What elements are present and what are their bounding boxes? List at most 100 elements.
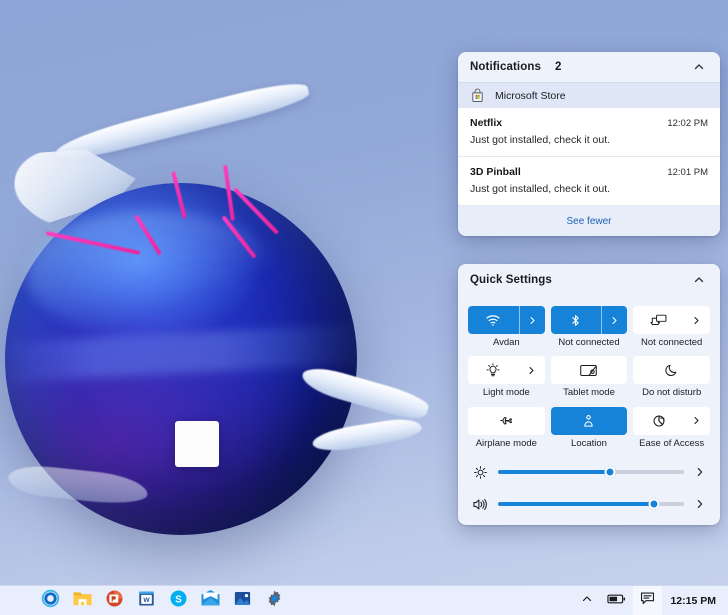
notification-group-name: Microsoft Store xyxy=(495,89,566,102)
tray-overflow-button[interactable] xyxy=(574,586,600,615)
notification-group-header[interactable]: Microsoft Store xyxy=(458,82,720,108)
quick-settings-title: Quick Settings xyxy=(470,274,552,286)
chat-button[interactable] xyxy=(633,585,663,615)
quick-setting-label: Not connected xyxy=(558,337,620,348)
volume-icon xyxy=(470,495,490,513)
tablet-icon xyxy=(551,356,628,384)
cast-icon xyxy=(633,306,684,334)
lightbulb-icon xyxy=(468,356,519,384)
chat-icon xyxy=(640,591,655,610)
powerpoint-icon xyxy=(105,589,124,613)
do-not-disturb-toggle-button[interactable] xyxy=(633,356,710,385)
notification-item[interactable]: Netflix 12:02 PM Just got installed, che… xyxy=(458,108,720,157)
file-explorer-icon xyxy=(72,589,93,613)
quick-setting-label: Tablet mode xyxy=(563,387,615,399)
volume-slider-fill xyxy=(498,502,655,507)
bluetooth-icon xyxy=(551,306,602,334)
chevron-up-icon[interactable] xyxy=(690,58,708,76)
chevron-right-icon[interactable] xyxy=(684,407,710,435)
quick-settings-header: Quick Settings xyxy=(458,264,720,296)
brightness-slider-thumb[interactable] xyxy=(604,466,616,478)
quick-setting-label: Location xyxy=(571,437,607,449)
quick-setting-wifi: Avdan xyxy=(468,306,545,348)
airplane-icon xyxy=(468,407,545,435)
notifications-panel: Notifications 2 Microsoft Store Netflix … xyxy=(458,52,720,236)
ease-of-access-button[interactable] xyxy=(633,406,710,435)
quick-setting-label: Avdan xyxy=(492,337,520,348)
quick-setting-airplane-mode: Airplane mode xyxy=(468,406,545,449)
accessibility-icon xyxy=(633,407,684,435)
moon-icon xyxy=(633,356,710,384)
wallpaper-ribbon xyxy=(52,76,312,166)
photos-icon xyxy=(233,589,252,613)
airplane-mode-toggle-button[interactable] xyxy=(468,406,545,435)
volume-slider-row xyxy=(468,495,710,513)
sphere-streak xyxy=(223,164,235,222)
quick-setting-location: Location xyxy=(550,406,628,449)
quick-setting-label: Ease of Access xyxy=(639,437,705,449)
notification-item[interactable]: 3D Pinball 12:01 PM Just got installed, … xyxy=(458,157,720,206)
brightness-slider[interactable] xyxy=(498,466,684,478)
sphere-white-square xyxy=(175,421,219,467)
quick-setting-label: Do not disturb xyxy=(642,387,702,399)
notifications-title: Notifications xyxy=(470,61,541,73)
taskbar-item-photos[interactable] xyxy=(226,586,258,615)
quick-settings-body: Avdan Not connected Not connected Light … xyxy=(458,296,720,525)
word-icon: W xyxy=(137,589,156,613)
taskbar-item-mail[interactable] xyxy=(194,586,226,615)
sphere-highlight xyxy=(27,211,277,331)
quick-setting-label: Not connected xyxy=(641,337,703,348)
chevron-right-icon[interactable] xyxy=(519,356,545,384)
notification-row-header: Netflix 12:02 PM xyxy=(470,117,708,129)
notification-app-name: 3D Pinball xyxy=(470,166,521,178)
quick-setting-tablet-mode: Tablet mode xyxy=(550,356,628,399)
notification-app-name: Netflix xyxy=(470,117,503,129)
taskbar-app-list: W S xyxy=(34,586,290,615)
taskbar-item-cortana[interactable] xyxy=(34,586,66,615)
chevron-up-icon[interactable] xyxy=(690,271,708,289)
notification-row-header: 3D Pinball 12:01 PM xyxy=(470,166,708,178)
notification-body: Just got installed, check it out. xyxy=(470,183,611,195)
taskbar-item-skype[interactable]: S xyxy=(162,586,194,615)
tablet-mode-toggle-button[interactable] xyxy=(550,356,628,385)
notifications-count-badge: 2 xyxy=(554,61,562,73)
brightness-slider-fill xyxy=(498,470,610,475)
bluetooth-toggle-button[interactable] xyxy=(550,306,628,334)
volume-slider-thumb[interactable] xyxy=(648,498,660,510)
quick-setting-do-not-disturb: Do not disturb xyxy=(633,356,710,398)
chevron-right-icon[interactable] xyxy=(601,306,627,334)
chevron-right-icon[interactable] xyxy=(692,467,708,477)
taskbar-clock[interactable]: 12:15 PM xyxy=(662,595,728,607)
notification-body: Just got installed, check it out. xyxy=(470,134,611,146)
see-fewer-button[interactable]: See fewer xyxy=(458,206,720,236)
chevron-right-icon[interactable] xyxy=(518,306,545,334)
chevron-right-icon[interactable] xyxy=(684,306,710,334)
quick-setting-bluetooth: Not connected xyxy=(550,306,628,348)
notification-timestamp: 12:02 PM xyxy=(667,118,708,129)
volume-slider[interactable] xyxy=(498,498,684,510)
quick-setting-light-mode: Light mode xyxy=(468,356,545,398)
chevron-right-icon[interactable] xyxy=(692,499,708,509)
taskbar-item-word[interactable]: W xyxy=(130,586,162,615)
location-toggle-button[interactable] xyxy=(550,406,628,435)
cast-toggle-button[interactable] xyxy=(633,306,710,334)
brightness-slider-row xyxy=(468,463,710,481)
svg-text:S: S xyxy=(175,594,182,605)
battery-button[interactable] xyxy=(600,586,633,615)
wifi-icon xyxy=(468,306,519,334)
taskbar-item-settings[interactable] xyxy=(258,586,290,615)
brightness-icon xyxy=(470,463,490,481)
quick-setting-cast: Not connected xyxy=(633,306,710,348)
chevron-up-icon xyxy=(581,592,593,610)
quick-settings-panel: Quick Settings Avdan Not connected Not c… xyxy=(458,264,720,526)
mail-icon xyxy=(200,589,221,612)
skype-icon: S xyxy=(169,589,188,613)
location-pin-icon xyxy=(551,407,628,435)
svg-text:W: W xyxy=(143,596,150,603)
wifi-toggle-button[interactable] xyxy=(468,306,545,334)
light-mode-toggle-button[interactable] xyxy=(468,356,545,385)
taskbar-item-powerpoint[interactable] xyxy=(98,586,130,615)
notification-timestamp: 12:01 PM xyxy=(667,167,708,178)
cortana-icon xyxy=(41,589,60,613)
taskbar-item-file-explorer[interactable] xyxy=(66,586,98,615)
